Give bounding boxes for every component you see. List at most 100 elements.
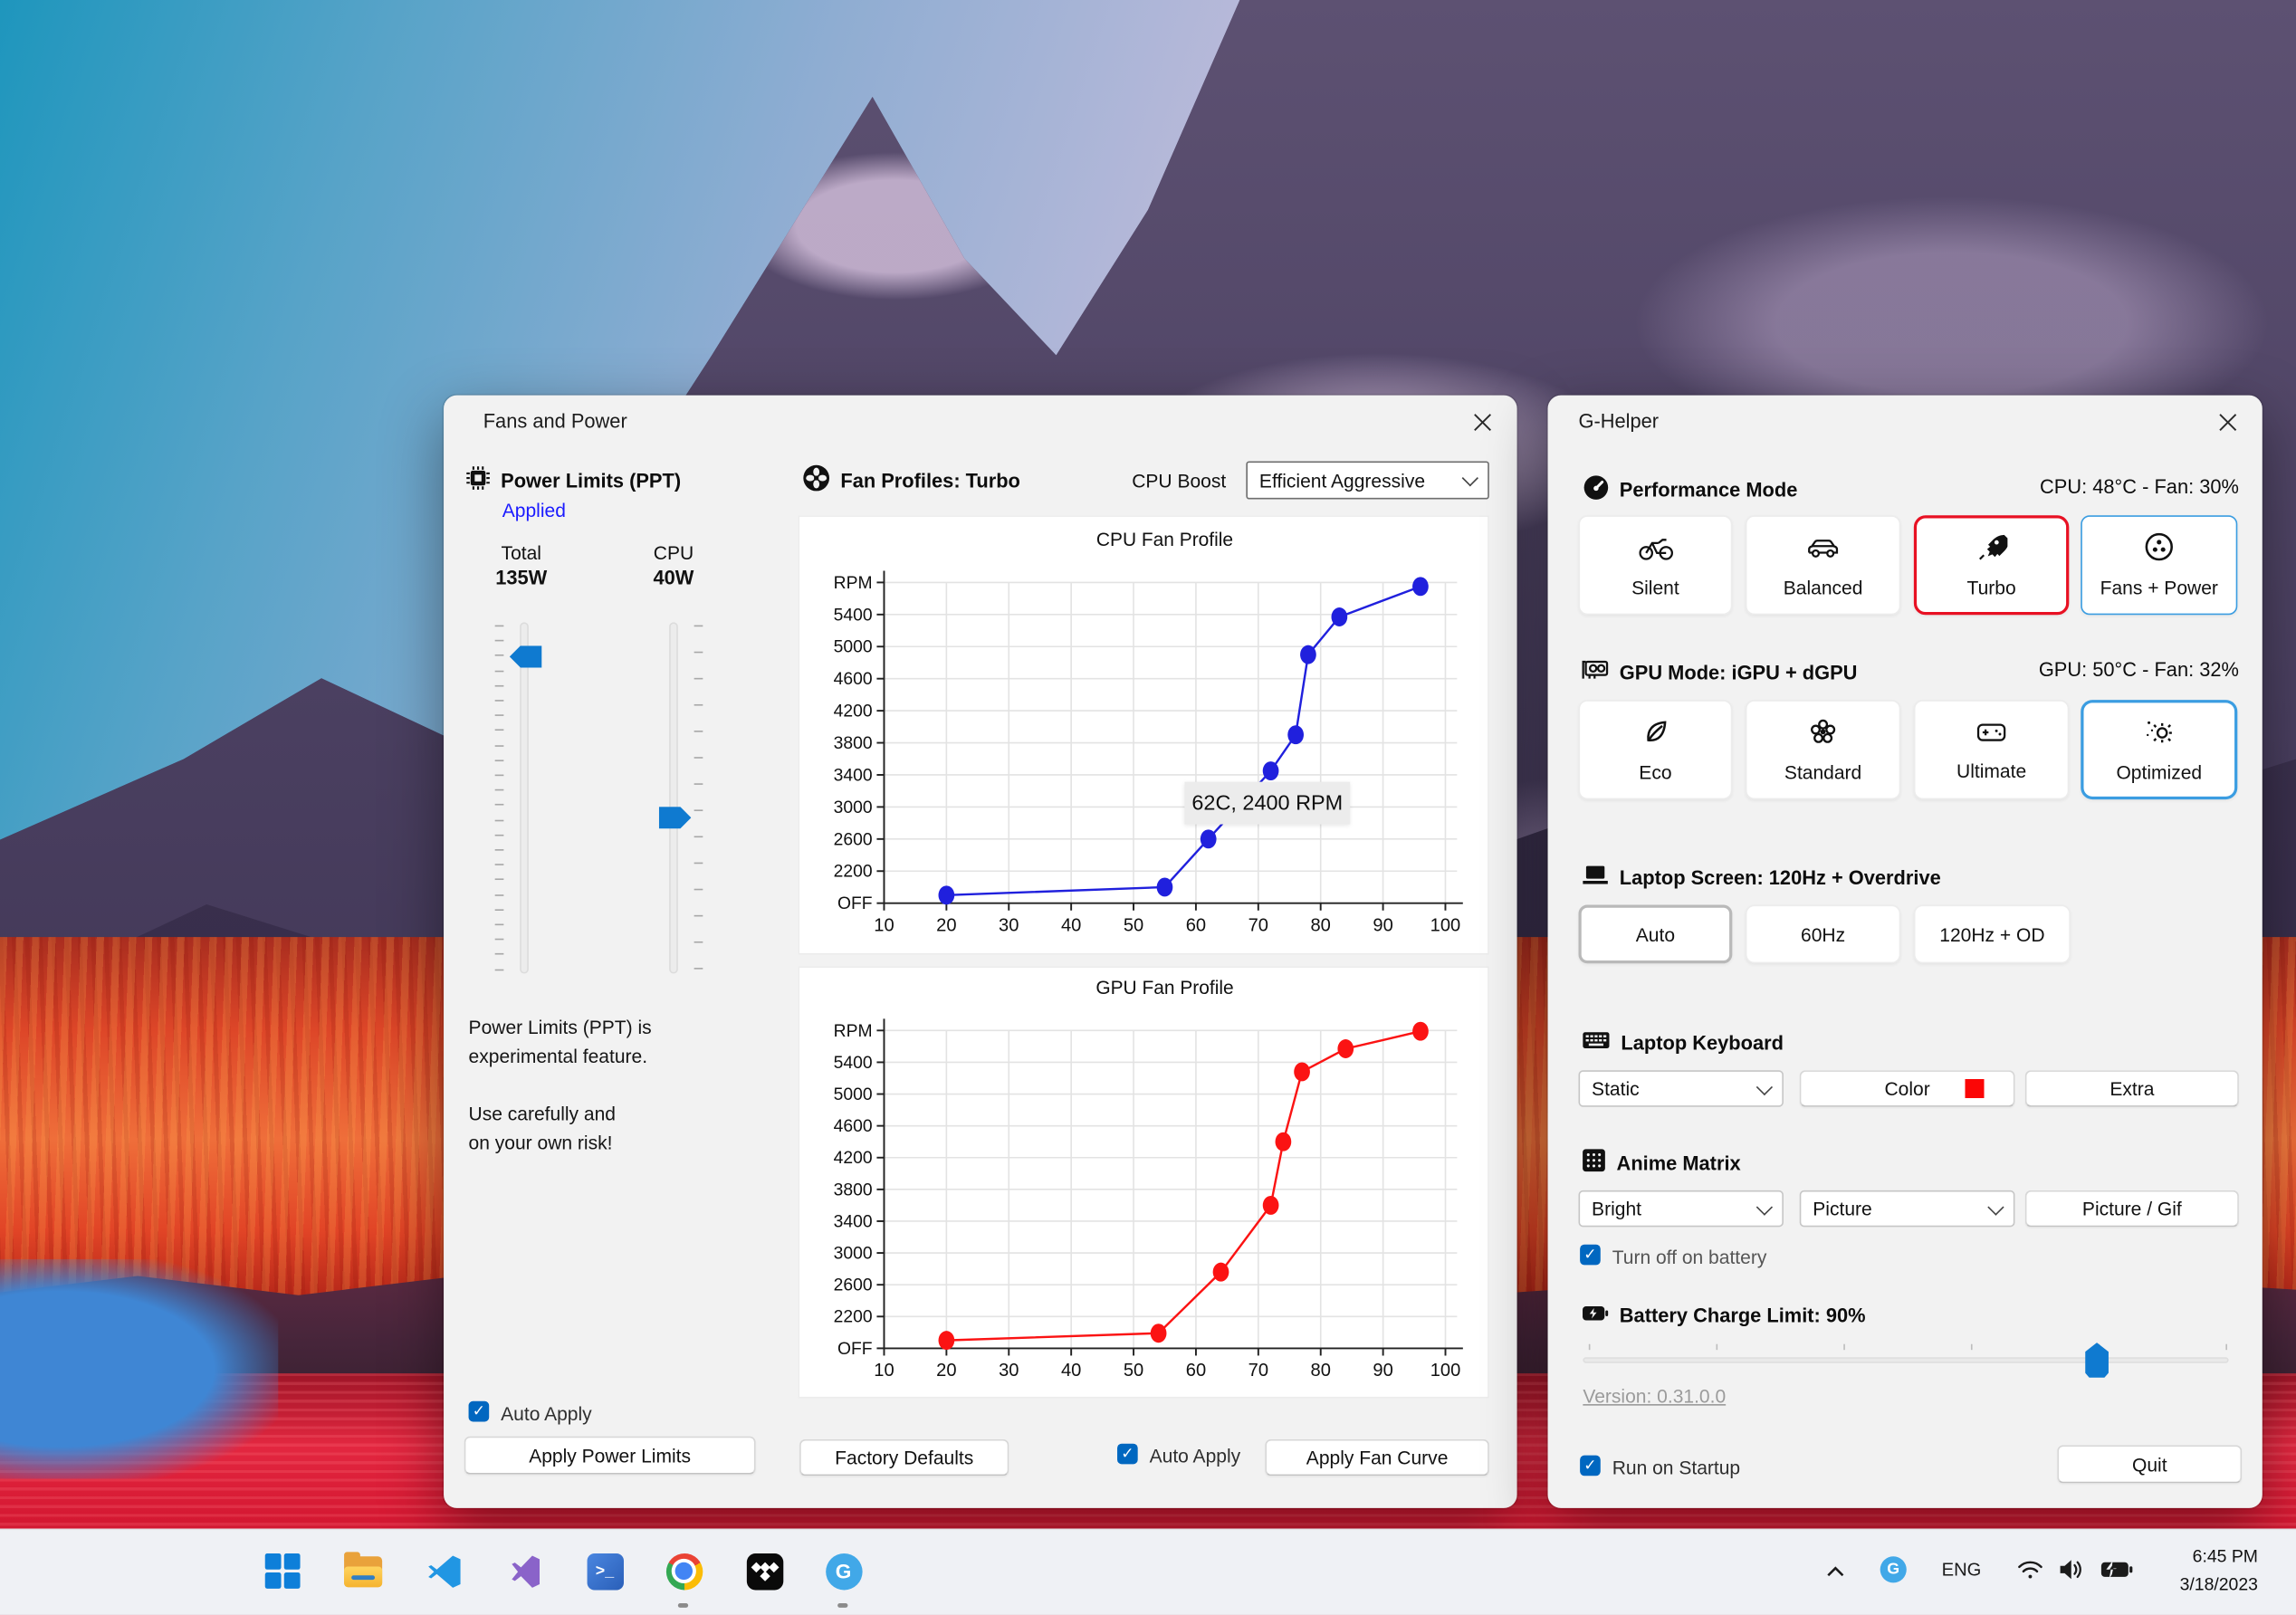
svg-text:2200: 2200	[834, 1308, 873, 1327]
svg-text:60: 60	[1186, 915, 1206, 935]
vscode-button[interactable]	[425, 1552, 463, 1590]
auto-apply-power-checkbox[interactable]: ✓	[468, 1400, 490, 1422]
tray-time: 6:45 PM	[2192, 1545, 2258, 1567]
tray-chevron-up[interactable]	[1823, 1559, 1847, 1582]
close-icon[interactable]	[2215, 410, 2240, 435]
gpu-ultimate-label: Ultimate	[1956, 759, 2027, 781]
mode-balanced-button[interactable]: Balanced	[1745, 515, 1901, 616]
svg-text:40: 40	[1061, 915, 1081, 935]
run-on-startup-checkbox[interactable]: ✓	[1580, 1455, 1601, 1476]
gpu-optimized-button[interactable]: Optimized	[2081, 700, 2238, 800]
cpu-fan-curve-svg[interactable]: OFF 2200 2600 3000 3400 3800 4200 4600 5000 5400 R…	[799, 517, 1488, 954]
keyboard-mode-value: Static	[1592, 1077, 1640, 1100]
ghelper-titlebar[interactable]: G-Helper	[1548, 396, 2263, 448]
cpu-power-slider-thumb[interactable]	[658, 807, 692, 829]
mode-fans-power-label: Fans + Power	[2100, 577, 2218, 599]
file-explorer-button[interactable]	[344, 1551, 383, 1590]
power-limits-status: Applied	[502, 499, 566, 521]
gpu-card-icon	[1582, 657, 1610, 686]
screen-120hz-od-label: 120Hz + OD	[1939, 922, 2045, 945]
run-on-startup-label: Run on Startup	[1612, 1457, 1741, 1479]
svg-text:4600: 4600	[834, 670, 873, 689]
screen-auto-button[interactable]: Auto	[1578, 904, 1733, 964]
cpu-boost-value: Efficient Aggressive	[1258, 469, 1426, 492]
chevron-down-icon	[1987, 1198, 2004, 1215]
svg-text:20: 20	[936, 1361, 956, 1381]
svg-text:RPM: RPM	[834, 574, 873, 593]
gpu-ultimate-button[interactable]: Ultimate	[1913, 700, 2070, 800]
matrix-brightness-value: Bright	[1592, 1197, 1641, 1220]
screen-120hz-od-button[interactable]: 120Hz + OD	[1913, 904, 2071, 964]
tray-ghelper[interactable]: G	[1880, 1556, 1907, 1583]
fans-window-titlebar[interactable]: Fans and Power	[444, 396, 1517, 448]
total-power-slider-thumb[interactable]	[509, 645, 542, 668]
picture-gif-button[interactable]: Picture / Gif	[2024, 1190, 2239, 1228]
apply-power-limits-button[interactable]: Apply Power Limits	[464, 1436, 756, 1475]
tray-clock[interactable]: 6:45 PM 3/18/2023	[2180, 1543, 2258, 1599]
leaf-icon	[1641, 717, 1669, 750]
svg-text:4200: 4200	[834, 1149, 873, 1168]
mode-silent-button[interactable]: Silent	[1578, 515, 1733, 616]
mode-silent-label: Silent	[1631, 576, 1679, 598]
battery-charge-icon	[1582, 1303, 1610, 1327]
cpu-power-slider[interactable]	[669, 622, 678, 974]
battery-charging-icon	[2100, 1561, 2133, 1579]
version-link[interactable]: Version: 0.31.0.0	[1583, 1385, 1726, 1407]
battery-slider-track[interactable]	[1583, 1357, 2229, 1363]
tray-language[interactable]: ENG	[1942, 1559, 1982, 1580]
cpu-fan-curve-chart[interactable]: OFF 2200 2600 3000 3400 3800 4200 4600 5000 5400 R…	[798, 515, 1489, 955]
gpu-fan-curve-svg[interactable]: OFF 2200 2600 3000 3400 3800 4200 4600 5000 5400 R…	[799, 968, 1488, 1398]
power-limits-note-2: Use carefully and on your own risk!	[468, 1102, 617, 1153]
fan-curve-tooltip: 62C, 2400 RPM	[1184, 781, 1351, 825]
auto-apply-fans-checkbox[interactable]: ✓	[1117, 1443, 1138, 1465]
svg-text:70: 70	[1248, 915, 1268, 935]
tray-wifi[interactable]	[2016, 1558, 2044, 1582]
chevron-down-icon	[1461, 470, 1478, 487]
gauge-icon	[1583, 474, 1609, 505]
gpu-eco-button[interactable]: Eco	[1578, 700, 1733, 800]
desktop: Fans and Power Power Limits (PPT) Applie…	[0, 0, 2296, 1615]
powershell-button[interactable]: >_	[586, 1552, 624, 1590]
ghelper-taskbar-button[interactable]: G	[825, 1552, 863, 1590]
fan-icon	[802, 464, 830, 497]
mode-fans-power-button[interactable]: Fans + Power	[2081, 515, 2238, 616]
tidal-icon	[746, 1553, 783, 1590]
matrix-brightness-select[interactable]: Bright	[1578, 1190, 1784, 1228]
turn-off-on-battery-checkbox[interactable]: ✓	[1580, 1244, 1601, 1266]
tray-battery[interactable]	[2100, 1559, 2133, 1580]
chrome-button[interactable]	[665, 1552, 703, 1590]
tidal-button[interactable]	[745, 1552, 783, 1590]
keyboard-extra-button[interactable]: Extra	[2024, 1070, 2239, 1107]
start-button[interactable]	[263, 1552, 301, 1590]
keyboard-mode-select[interactable]: Static	[1578, 1070, 1784, 1107]
bicycle-icon	[1638, 532, 1673, 566]
screen-60hz-button[interactable]: 60Hz	[1745, 904, 1901, 964]
ghelper-title: G-Helper	[1578, 409, 1660, 433]
svg-text:10: 10	[874, 1361, 894, 1381]
factory-defaults-button[interactable]: Factory Defaults	[799, 1438, 1009, 1476]
svg-text:3400: 3400	[834, 1212, 873, 1231]
svg-text:OFF: OFF	[837, 894, 873, 913]
gpu-fan-curve-chart[interactable]: OFF 2200 2600 3000 3400 3800 4200 4600 5000 5400 R…	[798, 966, 1489, 1399]
visual-studio-button[interactable]	[505, 1552, 543, 1590]
keyboard-color-button[interactable]: Color	[1799, 1070, 2015, 1107]
quit-button[interactable]: Quit	[2057, 1445, 2243, 1484]
gpu-standard-button[interactable]: Standard	[1745, 700, 1901, 800]
svg-text:3400: 3400	[834, 766, 873, 785]
battery-limit-slider[interactable]	[1579, 1343, 2232, 1381]
close-icon[interactable]	[1470, 410, 1495, 435]
chrome-icon	[665, 1553, 703, 1590]
svg-text:5400: 5400	[834, 1054, 873, 1073]
total-power-slider[interactable]	[520, 622, 529, 974]
cpu-boost-select[interactable]: Efficient Aggressive	[1246, 461, 1489, 500]
g-helper-window: G-Helper Performance Mode CPU: 48°C - Fa…	[1547, 395, 2263, 1508]
power-limits-note-1: Power Limits (PPT) is experimental featu…	[468, 1016, 652, 1067]
folder-icon	[344, 1551, 383, 1587]
matrix-mode-select[interactable]: Picture	[1799, 1190, 2015, 1228]
apply-fan-curve-button[interactable]: Apply Fan Curve	[1265, 1438, 1489, 1476]
chevron-down-icon	[1755, 1198, 1774, 1215]
tray-volume[interactable]	[2057, 1558, 2085, 1582]
fans-and-power-window: Fans and Power Power Limits (PPT) Applie…	[444, 395, 1517, 1508]
mode-turbo-button[interactable]: Turbo	[1913, 515, 2070, 616]
chevron-up-icon	[1826, 1565, 1843, 1576]
